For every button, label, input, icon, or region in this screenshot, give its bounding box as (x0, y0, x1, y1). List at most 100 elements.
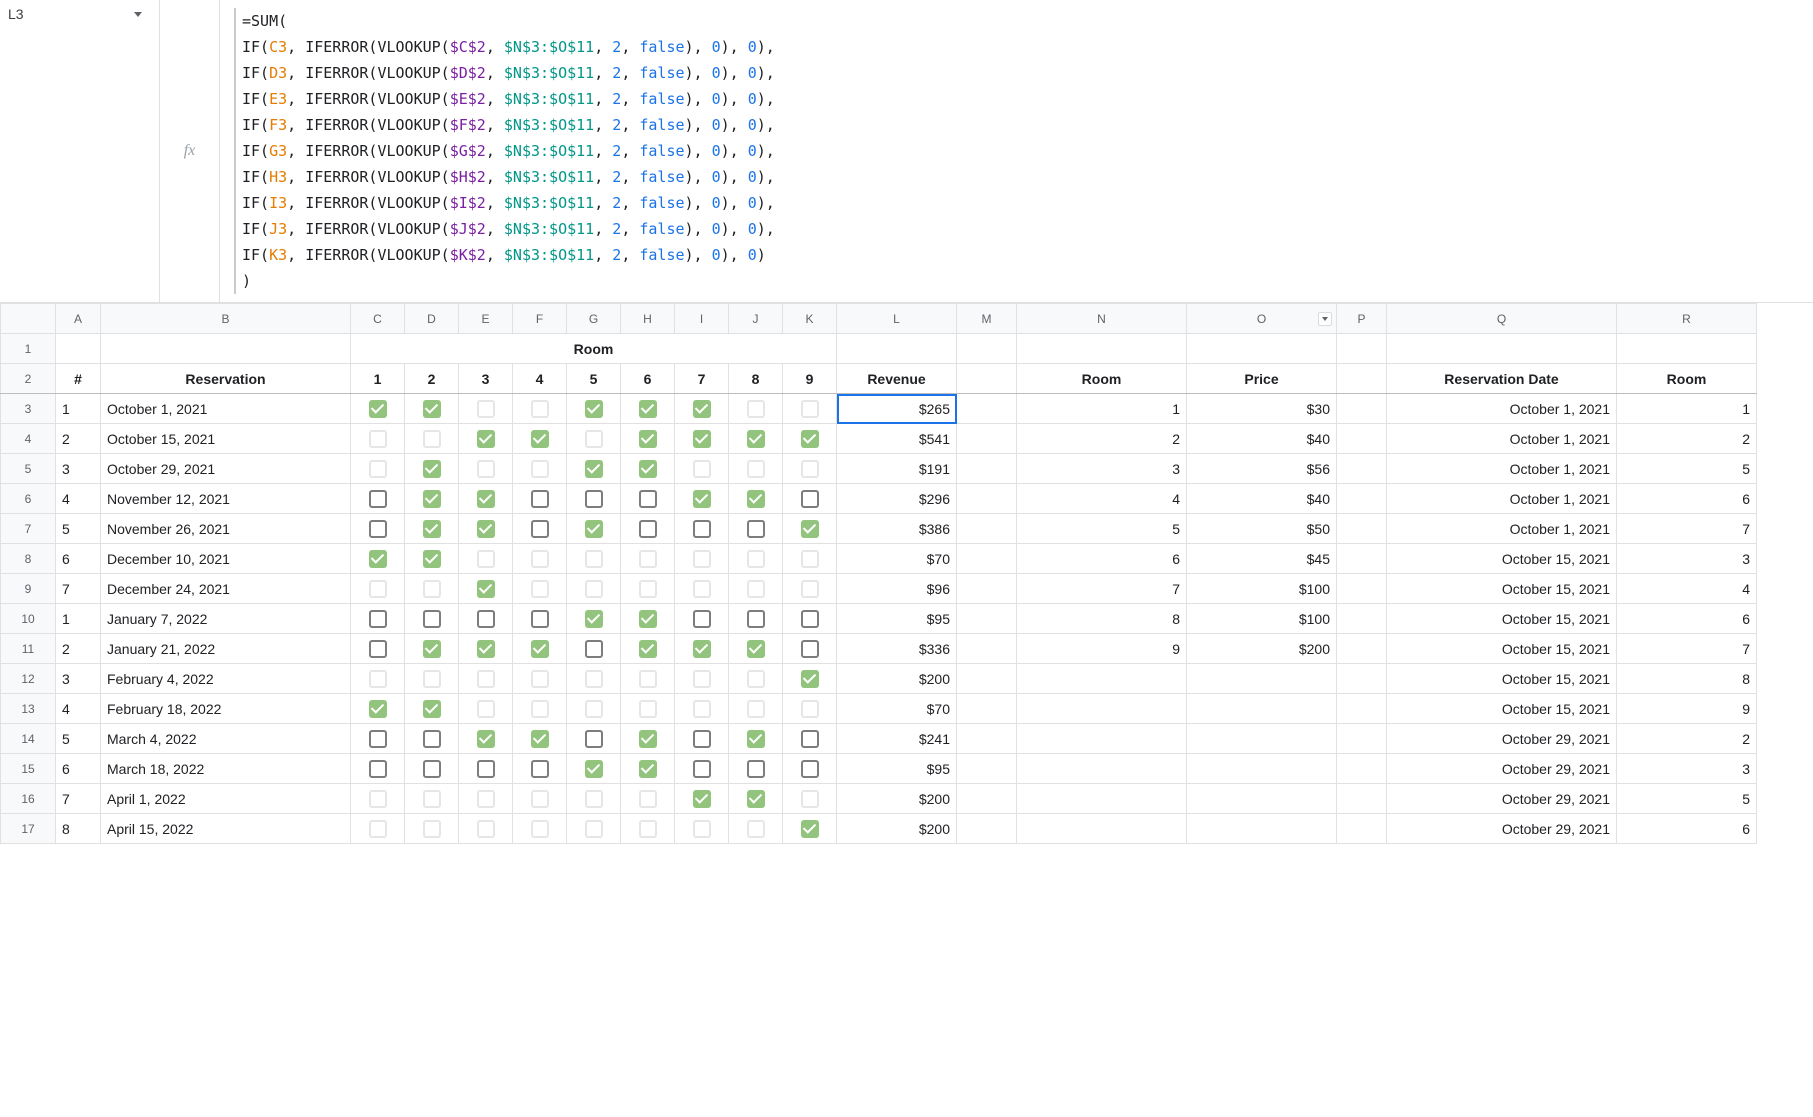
col-header-M[interactable]: M (957, 304, 1017, 334)
cell-B4[interactable]: October 15, 2021 (101, 424, 351, 454)
cell-C14[interactable] (351, 724, 405, 754)
checkbox-icon[interactable] (585, 760, 603, 778)
cell-G5[interactable] (567, 454, 621, 484)
cell-F4[interactable] (513, 424, 567, 454)
cell-M9[interactable] (957, 574, 1017, 604)
cell-R6[interactable]: 6 (1617, 484, 1757, 514)
cell-L12[interactable]: $200 (837, 664, 957, 694)
cell-M5[interactable] (957, 454, 1017, 484)
cell-O9[interactable]: $100 (1187, 574, 1337, 604)
cell-I5[interactable] (675, 454, 729, 484)
cell-E5[interactable] (459, 454, 513, 484)
cell-R9[interactable]: 4 (1617, 574, 1757, 604)
cell-N12[interactable] (1017, 664, 1187, 694)
cell-F2[interactable]: 4 (513, 364, 567, 394)
row-header-15[interactable]: 15 (1, 754, 56, 784)
checkbox-icon[interactable] (801, 700, 819, 718)
checkbox-icon[interactable] (369, 400, 387, 418)
cell-I4[interactable] (675, 424, 729, 454)
cell-C13[interactable] (351, 694, 405, 724)
cell-L10[interactable]: $95 (837, 604, 957, 634)
cell-L5[interactable]: $191 (837, 454, 957, 484)
checkbox-icon[interactable] (531, 730, 549, 748)
cell-D14[interactable] (405, 724, 459, 754)
cell-M12[interactable] (957, 664, 1017, 694)
cell-O5[interactable]: $56 (1187, 454, 1337, 484)
cell-O2[interactable]: Price (1187, 364, 1337, 394)
checkbox-icon[interactable] (585, 610, 603, 628)
cell-K11[interactable] (783, 634, 837, 664)
cell-I7[interactable] (675, 514, 729, 544)
cell-Q10[interactable]: October 15, 2021 (1387, 604, 1617, 634)
cell-N3[interactable]: 1 (1017, 394, 1187, 424)
checkbox-icon[interactable] (531, 610, 549, 628)
cell-B3[interactable]: October 1, 2021 (101, 394, 351, 424)
checkbox-icon[interactable] (423, 700, 441, 718)
row-header-6[interactable]: 6 (1, 484, 56, 514)
checkbox-icon[interactable] (639, 610, 657, 628)
column-menu-icon[interactable] (1318, 312, 1332, 326)
checkbox-icon[interactable] (639, 760, 657, 778)
checkbox-icon[interactable] (477, 790, 495, 808)
cell-C9[interactable] (351, 574, 405, 604)
cell-M14[interactable] (957, 724, 1017, 754)
cell-M3[interactable] (957, 394, 1017, 424)
cell-K10[interactable] (783, 604, 837, 634)
cell-Q13[interactable]: October 15, 2021 (1387, 694, 1617, 724)
cell-F16[interactable] (513, 784, 567, 814)
checkbox-icon[interactable] (477, 760, 495, 778)
checkbox-icon[interactable] (369, 580, 387, 598)
checkbox-icon[interactable] (693, 640, 711, 658)
checkbox-icon[interactable] (585, 640, 603, 658)
cell-R1[interactable] (1617, 334, 1757, 364)
cell-G8[interactable] (567, 544, 621, 574)
cell-L2[interactable]: Revenue (837, 364, 957, 394)
cell-R13[interactable]: 9 (1617, 694, 1757, 724)
checkbox-icon[interactable] (585, 730, 603, 748)
checkbox-icon[interactable] (531, 580, 549, 598)
cell-E2[interactable]: 3 (459, 364, 513, 394)
checkbox-icon[interactable] (693, 430, 711, 448)
cell-B9[interactable]: December 24, 2021 (101, 574, 351, 604)
cell-F6[interactable] (513, 484, 567, 514)
checkbox-icon[interactable] (369, 610, 387, 628)
cell-O12[interactable] (1187, 664, 1337, 694)
row-header-10[interactable]: 10 (1, 604, 56, 634)
cell-G16[interactable] (567, 784, 621, 814)
cell-P6[interactable] (1337, 484, 1387, 514)
cell-B16[interactable]: April 1, 2022 (101, 784, 351, 814)
cell-I16[interactable] (675, 784, 729, 814)
checkbox-icon[interactable] (477, 640, 495, 658)
row-header-12[interactable]: 12 (1, 664, 56, 694)
cell-Q17[interactable]: October 29, 2021 (1387, 814, 1617, 844)
cell-G17[interactable] (567, 814, 621, 844)
cell-P8[interactable] (1337, 544, 1387, 574)
cell-B5[interactable]: October 29, 2021 (101, 454, 351, 484)
cell-R16[interactable]: 5 (1617, 784, 1757, 814)
col-header-E[interactable]: E (459, 304, 513, 334)
cell-H14[interactable] (621, 724, 675, 754)
checkbox-icon[interactable] (747, 460, 765, 478)
cell-H3[interactable] (621, 394, 675, 424)
cell-N4[interactable]: 2 (1017, 424, 1187, 454)
cell-B2[interactable]: Reservation (101, 364, 351, 394)
name-box[interactable]: L3 (0, 0, 150, 28)
cell-C15[interactable] (351, 754, 405, 784)
cell-P17[interactable] (1337, 814, 1387, 844)
row-header-5[interactable]: 5 (1, 454, 56, 484)
cell-J2[interactable]: 8 (729, 364, 783, 394)
cell-K14[interactable] (783, 724, 837, 754)
checkbox-icon[interactable] (477, 610, 495, 628)
col-header-P[interactable]: P (1337, 304, 1387, 334)
checkbox-icon[interactable] (423, 640, 441, 658)
checkbox-icon[interactable] (477, 670, 495, 688)
checkbox-icon[interactable] (639, 820, 657, 838)
checkbox-icon[interactable] (531, 760, 549, 778)
checkbox-icon[interactable] (531, 490, 549, 508)
checkbox-icon[interactable] (531, 430, 549, 448)
cell-G11[interactable] (567, 634, 621, 664)
cell-L8[interactable]: $70 (837, 544, 957, 574)
cell-L6[interactable]: $296 (837, 484, 957, 514)
col-header-N[interactable]: N (1017, 304, 1187, 334)
checkbox-icon[interactable] (747, 490, 765, 508)
